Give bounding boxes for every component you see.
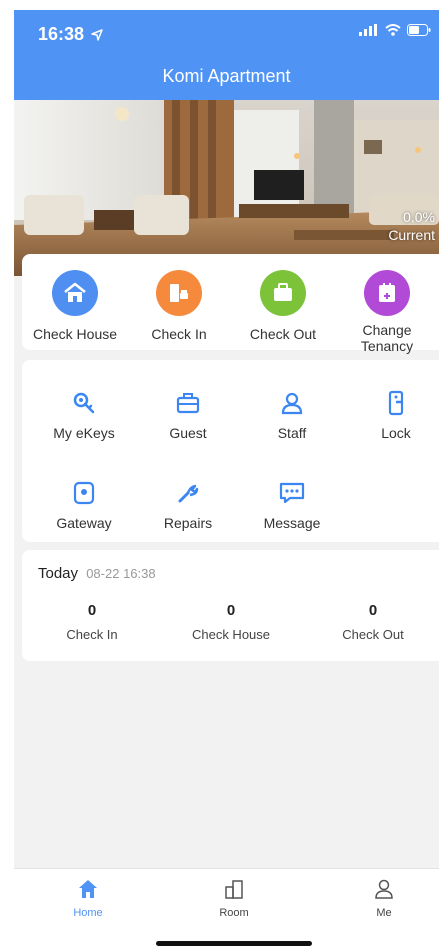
tab-home[interactable]: Home: [48, 877, 128, 919]
repairs-button[interactable]: Repairs: [140, 480, 236, 531]
lock-button[interactable]: Lock: [348, 390, 439, 441]
check-in-label: Check In: [151, 326, 207, 342]
wifi-icon: [385, 24, 401, 36]
message-icon: [244, 480, 340, 506]
lock-label: Lock: [381, 425, 411, 441]
home-icon: [48, 877, 128, 901]
door-in-icon: [156, 270, 202, 316]
tab-me-label: Me: [376, 907, 392, 919]
signal-icon: [359, 24, 377, 36]
location-arrow-icon: [91, 29, 103, 41]
check-house-button[interactable]: Check House: [27, 270, 123, 342]
lock-icon: [348, 390, 439, 416]
check-in-button[interactable]: Check In: [131, 270, 227, 342]
staff-button[interactable]: Staff: [244, 390, 340, 441]
occupancy-rate-label: Current: [388, 227, 435, 243]
staff-label: Staff: [277, 425, 307, 441]
check-house-label: Check House: [32, 326, 118, 342]
my-ekeys-button[interactable]: My eKeys: [36, 390, 132, 441]
house-icon: [52, 270, 98, 316]
stat-label: Check In: [66, 627, 118, 642]
stat-check-house[interactable]: 0 Check House: [171, 602, 291, 642]
change-doc-icon: [364, 270, 410, 316]
quick-actions-panel: Check House Check In Check Out Change Te…: [22, 254, 439, 354]
header-bar: 16:38 Komi Apartment: [14, 10, 439, 100]
key-icon: [36, 390, 132, 416]
person-icon: [344, 877, 424, 901]
guest-briefcase-icon: [140, 390, 236, 416]
staff-icon: [244, 390, 340, 416]
gateway-button[interactable]: Gateway: [36, 480, 132, 531]
change-tenancy-label: Change Tenancy: [360, 322, 414, 354]
tab-home-label: Home: [73, 907, 103, 919]
message-button[interactable]: Message: [244, 480, 340, 531]
stat-value: 0: [87, 602, 97, 619]
repairs-label: Repairs: [163, 515, 213, 531]
stat-label: Check Out: [342, 627, 404, 642]
stat-check-in[interactable]: 0 Check In: [32, 602, 152, 642]
wrench-icon: [140, 480, 236, 506]
today-summary-panel: Today 08-22 16:38 0 Check In 0 Check Hou…: [22, 550, 439, 661]
check-out-button[interactable]: Check Out: [235, 270, 331, 342]
stat-value: 0: [226, 602, 236, 619]
stat-value: 0: [368, 602, 378, 619]
guest-button[interactable]: Guest: [140, 390, 236, 441]
briefcase-icon: [260, 270, 306, 316]
apartment-photo: 0.0% Current: [14, 100, 439, 276]
status-time: 16:38: [38, 24, 103, 45]
stat-check-out[interactable]: 0 Check Out: [313, 602, 433, 642]
today-title: Today: [38, 565, 79, 582]
stat-label: Check House: [191, 627, 271, 642]
app-screen: 16:38 Komi Apartment 0.0% Current Check …: [14, 10, 439, 948]
gateway-icon: [36, 480, 132, 506]
check-out-label: Check Out: [249, 326, 317, 342]
today-date: 08-22 16:38: [86, 566, 156, 581]
tools-panel: My eKeys Guest Staff Lock Gateway Repair…: [22, 360, 439, 542]
status-icons: [359, 24, 431, 36]
battery-icon: [407, 24, 431, 36]
message-label: Message: [263, 515, 321, 531]
today-header: Today 08-22 16:38: [38, 565, 156, 582]
home-indicator[interactable]: [156, 941, 312, 946]
gateway-label: Gateway: [56, 515, 112, 531]
tab-room-label: Room: [219, 907, 249, 919]
change-tenancy-button[interactable]: Change Tenancy: [339, 270, 435, 354]
building-icon: [194, 877, 274, 901]
occupancy-rate: 0.0% Current: [388, 208, 435, 244]
page-title: Komi Apartment: [162, 66, 291, 86]
occupancy-rate-value: 0.0%: [403, 209, 435, 225]
guest-label: Guest: [169, 425, 207, 441]
bottom-tab-bar: Home Room Me: [14, 868, 439, 948]
my-ekeys-label: My eKeys: [53, 425, 115, 441]
tab-me[interactable]: Me: [344, 877, 424, 919]
tab-room[interactable]: Room: [194, 877, 274, 919]
